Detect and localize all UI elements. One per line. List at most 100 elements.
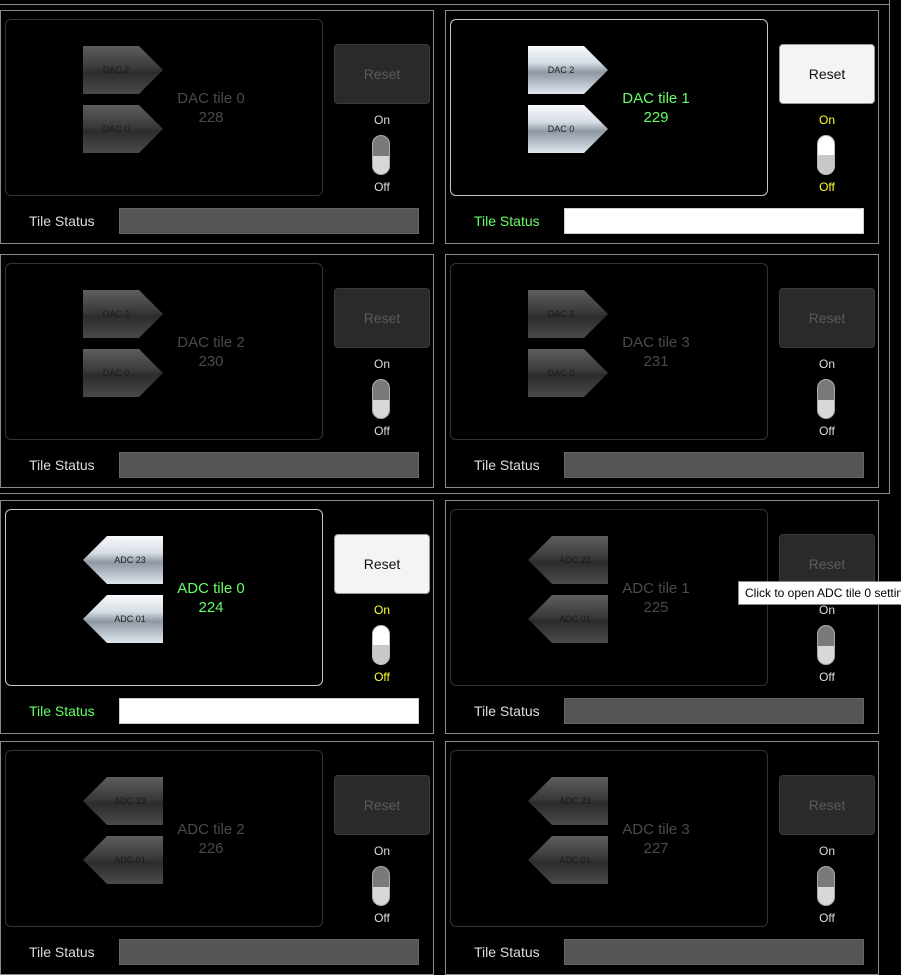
- adc-tile-1-panel: ADC 23 ADC 01 ADC tile 1 225 Reset On Of…: [445, 500, 879, 734]
- tile-status-bar: [564, 452, 864, 478]
- switch-on-label: On: [818, 603, 835, 617]
- toggle-knob: [818, 867, 834, 887]
- switch-on-label: On: [373, 603, 390, 617]
- tile-status-bar: [119, 452, 419, 478]
- dac-tile-2-block[interactable]: DAC 2 DAC 0 DAC tile 2 230: [5, 263, 323, 440]
- switch-off-label: Off: [819, 180, 835, 194]
- tile-title: ADC tile 0: [177, 580, 245, 597]
- tile-id: 230: [198, 353, 224, 370]
- tile-status-label: Tile Status: [474, 944, 540, 960]
- tile-id: 228: [198, 109, 224, 126]
- power-toggle[interactable]: [817, 866, 835, 906]
- adc-port-upper[interactable]: ADC 23: [83, 777, 163, 825]
- tile-title: ADC tile 3: [622, 821, 690, 838]
- dac-tile-1-block[interactable]: DAC 2 DAC 0 DAC tile 1 229: [450, 19, 768, 196]
- reset-button[interactable]: Reset: [334, 288, 430, 348]
- switch-off-label: Off: [819, 424, 835, 438]
- adc-port-upper[interactable]: ADC 23: [528, 536, 608, 584]
- switch-off-label: Off: [819, 911, 835, 925]
- tile-name: DAC tile 0 228: [151, 89, 271, 127]
- switch-on-label: On: [818, 844, 835, 858]
- switch-off-label: Off: [374, 911, 390, 925]
- adc-port-upper[interactable]: ADC 23: [528, 777, 608, 825]
- adc-tile-1-block[interactable]: ADC 23 ADC 01 ADC tile 1 225: [450, 509, 768, 686]
- tile-id: 227: [643, 840, 669, 857]
- adc-port-upper[interactable]: ADC 23: [83, 536, 163, 584]
- tile-title: DAC tile 1: [622, 90, 690, 107]
- toggle-knob: [373, 136, 389, 156]
- switch-on-label: On: [818, 113, 835, 127]
- tile-name: ADC tile 1 225: [596, 579, 716, 617]
- tile-name: ADC tile 2 226: [151, 820, 271, 858]
- tile-title: ADC tile 2: [177, 821, 245, 838]
- switch-on-label: On: [373, 113, 390, 127]
- switch-on-label: On: [373, 844, 390, 858]
- toggle-knob: [818, 626, 834, 646]
- tile-status-bar: [564, 208, 864, 234]
- dac-port-upper[interactable]: DAC 2: [528, 290, 608, 338]
- toggle-knob: [818, 380, 834, 400]
- tooltip: Click to open ADC tile 0 settings: [738, 581, 901, 605]
- reset-button[interactable]: Reset: [779, 775, 875, 835]
- tile-name: DAC tile 1 229: [596, 89, 716, 127]
- dac-tile-0-block[interactable]: DAC 2 DAC 0 DAC tile 0 228: [5, 19, 323, 196]
- power-toggle[interactable]: [817, 625, 835, 665]
- tile-title: DAC tile 2: [177, 334, 245, 351]
- tile-id: 225: [643, 599, 669, 616]
- grid-divider-right: [889, 0, 890, 494]
- reset-button[interactable]: Reset: [334, 534, 430, 594]
- tile-name: DAC tile 3 231: [596, 333, 716, 371]
- tile-title: DAC tile 3: [622, 334, 690, 351]
- power-toggle[interactable]: [372, 625, 390, 665]
- tile-status-label: Tile Status: [29, 213, 95, 229]
- dac-tile-3-panel: DAC 2 DAC 0 DAC tile 3 231 Reset On Off …: [445, 254, 879, 488]
- dac-tile-0-panel: DAC 2 DAC 0 DAC tile 0 228 Reset On Off …: [0, 10, 434, 244]
- switch-off-label: Off: [819, 670, 835, 684]
- tile-name: DAC tile 2 230: [151, 333, 271, 371]
- tile-status-bar: [119, 698, 419, 724]
- tile-name: ADC tile 3 227: [596, 820, 716, 858]
- dac-tile-1-panel: DAC 2 DAC 0 DAC tile 1 229 Reset On Off …: [445, 10, 879, 244]
- reset-button[interactable]: Reset: [779, 44, 875, 104]
- tile-status-bar: [119, 208, 419, 234]
- dac-tile-3-block[interactable]: DAC 2 DAC 0 DAC tile 3 231: [450, 263, 768, 440]
- tile-id: 229: [643, 109, 669, 126]
- grid-divider-top: [0, 4, 889, 5]
- dac-tile-2-panel: DAC 2 DAC 0 DAC tile 2 230 Reset On Off …: [0, 254, 434, 488]
- dac-port-upper[interactable]: DAC 2: [528, 46, 608, 94]
- toggle-knob: [373, 867, 389, 887]
- tile-id: 231: [643, 353, 669, 370]
- reset-button[interactable]: Reset: [779, 288, 875, 348]
- adc-tile-2-panel: ADC 23 ADC 01 ADC tile 2 226 Reset On Of…: [0, 741, 434, 975]
- power-toggle[interactable]: [817, 379, 835, 419]
- reset-button[interactable]: Reset: [334, 775, 430, 835]
- tile-status-label: Tile Status: [474, 457, 540, 473]
- reset-button[interactable]: Reset: [334, 44, 430, 104]
- adc-tile-3-block[interactable]: ADC 23 ADC 01 ADC tile 3 227: [450, 750, 768, 927]
- tile-name: ADC tile 0 224: [151, 579, 271, 617]
- switch-off-label: Off: [374, 670, 390, 684]
- adc-tile-2-block[interactable]: ADC 23 ADC 01 ADC tile 2 226: [5, 750, 323, 927]
- power-toggle[interactable]: [372, 135, 390, 175]
- tile-status-label: Tile Status: [29, 703, 95, 719]
- power-toggle[interactable]: [817, 135, 835, 175]
- switch-off-label: Off: [374, 180, 390, 194]
- power-toggle[interactable]: [372, 866, 390, 906]
- toggle-knob: [373, 645, 389, 664]
- tile-status-label: Tile Status: [29, 944, 95, 960]
- grid-divider-middle: [0, 493, 889, 494]
- dac-port-upper[interactable]: DAC 2: [83, 290, 163, 338]
- adc-tile-3-panel: ADC 23 ADC 01 ADC tile 3 227 Reset On Of…: [445, 741, 879, 975]
- tile-title: ADC tile 1: [622, 580, 690, 597]
- tile-status-bar: [564, 939, 864, 965]
- tile-status-bar: [564, 698, 864, 724]
- tile-status-label: Tile Status: [29, 457, 95, 473]
- adc-tile-0-panel: ADC 23 ADC 01 ADC tile 0 224 Reset On Of…: [0, 500, 434, 734]
- toggle-knob: [818, 155, 834, 174]
- power-toggle[interactable]: [372, 379, 390, 419]
- dac-port-upper[interactable]: DAC 2: [83, 46, 163, 94]
- tile-id: 224: [198, 599, 224, 616]
- tile-status-bar: [119, 939, 419, 965]
- tile-id: 226: [198, 840, 224, 857]
- adc-tile-0-block[interactable]: ADC 23 ADC 01 ADC tile 0 224: [5, 509, 323, 686]
